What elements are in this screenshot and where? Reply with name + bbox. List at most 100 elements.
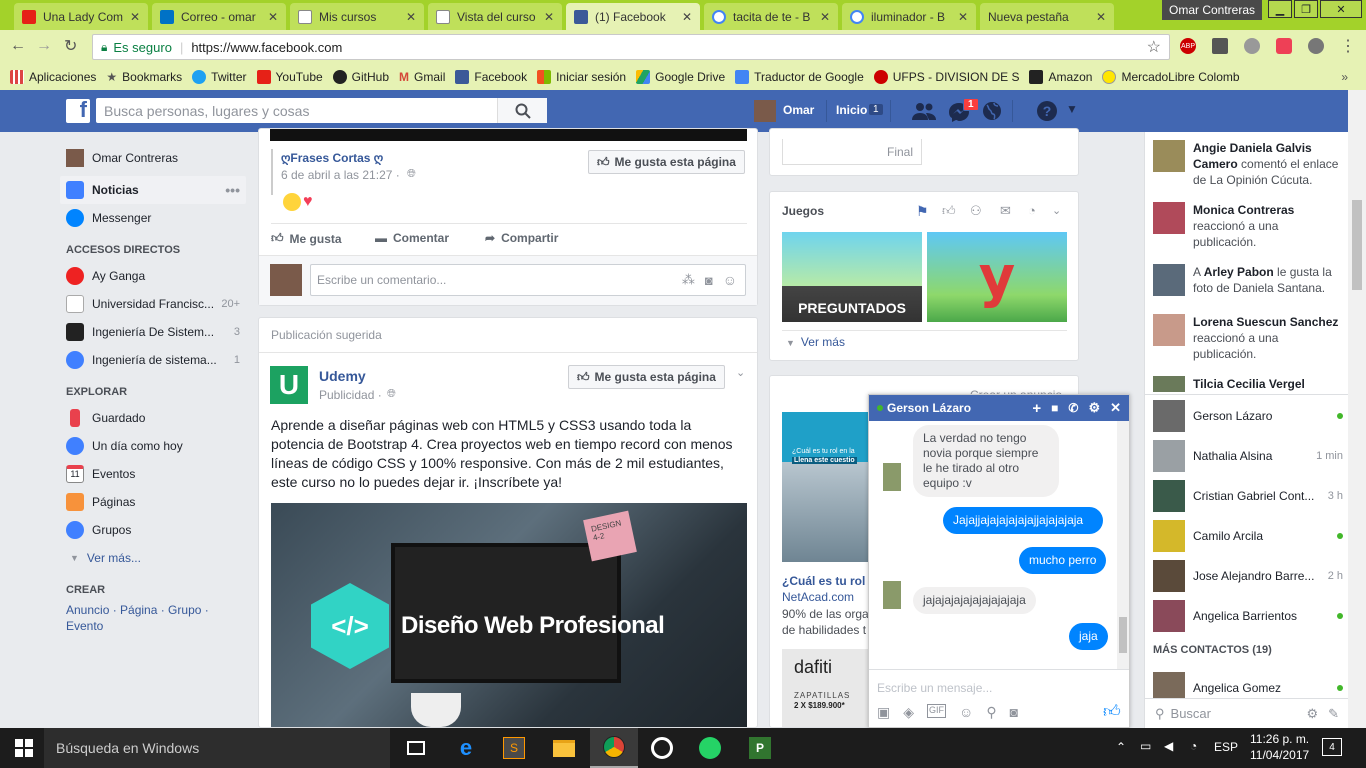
- contact-item[interactable]: Cristian Gabriel Cont... 3 h: [1153, 476, 1343, 516]
- edge-icon[interactable]: e: [442, 728, 490, 768]
- tab-outlook[interactable]: Correo - omar ✕: [152, 3, 286, 30]
- avatar[interactable]: [754, 100, 776, 122]
- activity-item[interactable]: A Arley Pabon le gusta la foto de Daniel…: [1153, 264, 1343, 296]
- close-window-button[interactable]: ✕: [1320, 0, 1362, 18]
- tab-facebook[interactable]: (1) Facebook ✕: [566, 3, 700, 30]
- nav-news-feed[interactable]: Noticias •••: [60, 176, 246, 204]
- activity-item[interactable]: Tilcia Cecilia Vergel: [1153, 376, 1343, 392]
- pocket-icon[interactable]: [1276, 38, 1292, 54]
- reload-icon[interactable]: ↻: [64, 36, 77, 56]
- chat-search-input[interactable]: ⚲ Buscar ⚙ ✎: [1145, 698, 1348, 728]
- menu-icon[interactable]: ⋮: [1340, 36, 1356, 56]
- like-page-button[interactable]: 👍︎ Me gusta esta página: [568, 365, 725, 389]
- shortcut-item[interactable]: Ay Ganga: [60, 262, 246, 290]
- preguntados-game[interactable]: PREGUNTADOS: [782, 232, 922, 322]
- clock-date[interactable]: 11/04/2017: [1250, 748, 1309, 762]
- nav-profile[interactable]: Omar Contreras: [60, 140, 246, 176]
- bookmark-amazon[interactable]: Amazon: [1029, 70, 1092, 84]
- sticker-icon[interactable]: ⁂: [682, 272, 695, 288]
- ad-site[interactable]: NetAcad.com: [782, 590, 854, 604]
- explore-pages[interactable]: Páginas: [60, 488, 246, 516]
- bookmark-twitter[interactable]: Twitter: [192, 70, 247, 84]
- scrollbar-thumb[interactable]: [1119, 617, 1127, 653]
- explore-on-this-day[interactable]: Un día como hoy: [60, 432, 246, 460]
- close-tab-icon[interactable]: ✕: [130, 10, 140, 24]
- activity-item[interactable]: Monica Contreras reaccionó a una publica…: [1153, 202, 1343, 250]
- attachment-icon[interactable]: ⚲: [986, 704, 996, 721]
- more-bookmarks-icon[interactable]: »: [1341, 70, 1348, 84]
- adblock-icon[interactable]: ABP: [1180, 38, 1196, 54]
- bookmark-icon[interactable]: ⚑: [916, 203, 929, 220]
- video-call-icon[interactable]: ■: [1051, 401, 1058, 415]
- add-person-icon[interactable]: +: [1032, 400, 1041, 417]
- comment-button[interactable]: ▬ Comentar: [375, 231, 449, 245]
- maximize-button[interactable]: ❐: [1294, 0, 1318, 18]
- page-name-link[interactable]: Udemy: [319, 368, 366, 384]
- chat-title[interactable]: Gerson Lázaro: [887, 401, 971, 415]
- share-button[interactable]: ➦ Compartir: [485, 231, 558, 245]
- tab-mis-cursos[interactable]: Mis cursos ✕: [290, 3, 424, 30]
- sticker-icon[interactable]: ◈: [903, 704, 914, 721]
- explore-groups[interactable]: Grupos: [60, 516, 246, 544]
- bookmark-youtube[interactable]: YouTube: [256, 70, 323, 84]
- photo-icon[interactable]: ▣: [877, 704, 890, 721]
- friends-icon[interactable]: ⚇: [970, 203, 982, 219]
- chrome-icon[interactable]: [590, 728, 638, 768]
- dafiti-ad-image[interactable]: dafiti ZAPATILLAS 2 X $189.900*: [782, 649, 872, 727]
- gift-icon[interactable]: ✉: [1000, 203, 1011, 219]
- emoji-icon[interactable]: ☺: [723, 272, 737, 288]
- close-tab-icon[interactable]: ✕: [1096, 10, 1106, 24]
- post-date[interactable]: 6 de abril a las 21:27 ·: [281, 168, 400, 182]
- chevron-down-icon[interactable]: ⌄: [736, 366, 745, 379]
- gear-icon[interactable]: ⚙: [1088, 400, 1100, 416]
- close-tab-icon[interactable]: ✕: [406, 10, 416, 24]
- clock-time[interactable]: 11:26 p. m.: [1250, 732, 1309, 746]
- tab-nueva[interactable]: Nueva pestaña ✕: [980, 3, 1114, 30]
- more-options-icon[interactable]: •••: [225, 182, 246, 198]
- chevron-down-icon[interactable]: ▼: [1066, 102, 1078, 116]
- close-tab-icon[interactable]: ✕: [682, 10, 692, 24]
- omnibox[interactable]: 🔒︎ Es seguro | https://www.facebook.com …: [92, 34, 1170, 60]
- close-tab-icon[interactable]: ✕: [544, 10, 554, 24]
- bookmark-iniciar-sesion[interactable]: Iniciar sesión: [537, 70, 626, 84]
- ad-title[interactable]: ¿Cuál es tu rol: [782, 574, 865, 588]
- chevron-up-icon[interactable]: ⌃: [1116, 740, 1126, 754]
- ad-image[interactable]: ¿Cuál es tu rol en la Llena este cuestio: [782, 412, 872, 562]
- message-input[interactable]: Escribe un mensaje...: [877, 681, 992, 695]
- camera-icon[interactable]: ◙: [1010, 704, 1018, 721]
- contact-item[interactable]: Nathalia Alsina 1 min: [1153, 436, 1343, 476]
- extension-icon[interactable]: [1244, 38, 1260, 54]
- explore-saved[interactable]: Guardado: [60, 404, 246, 432]
- phone-icon[interactable]: ✆: [1068, 401, 1078, 415]
- see-more-link[interactable]: ▼ Ver más...: [60, 544, 246, 572]
- action-center-icon[interactable]: 4: [1322, 738, 1342, 756]
- minimize-button[interactable]: ▁: [1268, 0, 1292, 18]
- bookmark-bookmarks[interactable]: ★ Bookmarks: [106, 70, 182, 84]
- contact-item[interactable]: Camilo Arcila: [1153, 516, 1343, 556]
- search-button[interactable]: [497, 98, 547, 123]
- chat-header[interactable]: Gerson Lázaro + ■ ✆ ⚙ ✕: [869, 395, 1129, 421]
- extension-icon[interactable]: [1308, 38, 1324, 54]
- friend-requests-icon[interactable]: [912, 102, 936, 120]
- network-icon[interactable]: ▭: [1140, 739, 1151, 753]
- bookmark-ufps[interactable]: UFPS - DIVISION DE S: [873, 70, 1019, 84]
- tab-tacita[interactable]: tacita de te - B ✕: [704, 3, 838, 30]
- bookmark-apps[interactable]: Aplicaciones: [10, 70, 96, 84]
- close-icon[interactable]: ✕: [1110, 400, 1121, 416]
- contact-item[interactable]: Gerson Lázaro: [1153, 396, 1343, 436]
- close-tab-icon[interactable]: ✕: [268, 10, 278, 24]
- app-circle-icon[interactable]: [638, 728, 686, 768]
- chevron-down-icon[interactable]: ⌄: [1052, 204, 1061, 217]
- bookmark-gmail[interactable]: M Gmail: [399, 70, 445, 84]
- apalabrados-game[interactable]: y: [927, 232, 1067, 322]
- gif-icon[interactable]: GIF: [927, 704, 947, 718]
- like-page-button[interactable]: 👍︎ Me gusta esta página: [588, 150, 745, 174]
- volume-icon[interactable]: ◀: [1164, 739, 1173, 753]
- tab-youtube[interactable]: Una Lady Com ✕: [14, 3, 148, 30]
- nav-messenger[interactable]: Messenger: [60, 204, 246, 232]
- see-more-games-link[interactable]: ▼ Ver más: [786, 335, 845, 349]
- globe-notifications-icon[interactable]: [982, 101, 1002, 121]
- comment-input[interactable]: Escribe un comentario... ⁂ ◙ ☺: [310, 264, 746, 296]
- close-tab-icon[interactable]: ✕: [820, 10, 830, 24]
- home-link[interactable]: Inicio: [836, 103, 867, 117]
